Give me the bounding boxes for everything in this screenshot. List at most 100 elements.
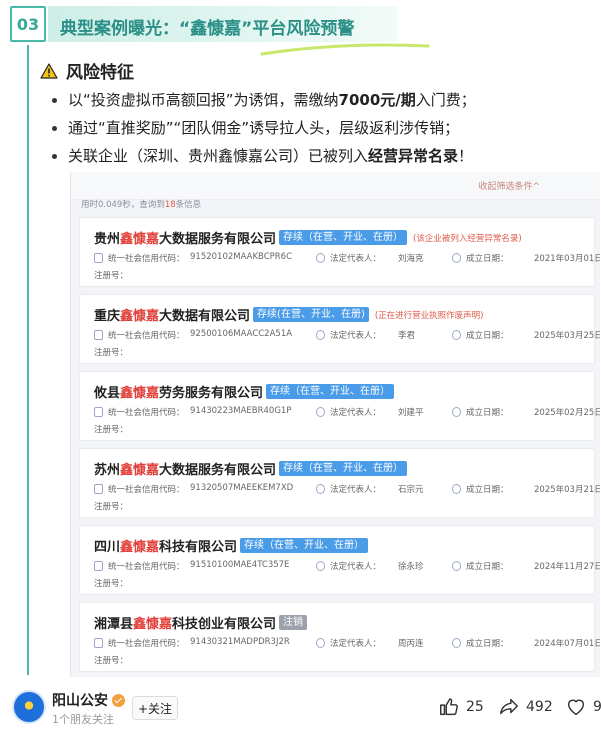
account-subtitle: 1个朋友关注 [52, 713, 114, 726]
legal-rep-label: 法定代表人： [330, 331, 382, 341]
credit-code-label: 统一社会信用代码： [108, 408, 185, 418]
founded-date-value: 2025年03月21日 [534, 485, 600, 495]
post-footer: 阳山公安 1个朋友关注 +关注 25 492 9 [0, 684, 601, 732]
company-name[interactable]: 贵州 鑫慷嘉 大数据服务有限公司 存续（在营、开业、在册） (该企业被列入经营异常名录) [94, 228, 522, 247]
bullet-text: 以“投资虚拟币高额回报”为诱饵，需缴纳 [68, 91, 339, 109]
founded-date-value: 2024年11月27日 [534, 562, 600, 572]
clock-icon [452, 253, 461, 263]
founded-date-value: 2025年03月25日 [534, 331, 600, 341]
section-title: 典型案例曝光：“鑫慷嘉”平台风险预警 [60, 19, 355, 39]
status-badge: 注销 [279, 615, 308, 630]
account-name[interactable]: 阳山公安 [52, 690, 108, 710]
section-divider-line [27, 45, 29, 675]
company-card[interactable]: 湘潭县 鑫慷嘉 科技创业有限公司 注销统一社会信用代码： 91430321MADPDR3… [79, 602, 600, 672]
clock-icon [452, 330, 461, 340]
warning-icon [40, 62, 58, 79]
company-info-row: 统一社会信用代码： 91430223MAEBR40G1P 法定代表人： 刘建平 成立日期… [94, 406, 600, 420]
company-card[interactable]: 重庆 鑫慷嘉 大数据有限公司 存续(在营、开业、在册) (正在进行营业执照作废声明) 统一… [79, 294, 600, 364]
id-card-icon [94, 253, 103, 263]
section-header: 03 典型案例曝光：“鑫慷嘉”平台风险预警 [10, 6, 430, 56]
id-card-icon [94, 484, 103, 494]
legal-rep-label: 法定代表人： [330, 639, 382, 649]
credit-code-value: 92500106MAACC2A51A [190, 329, 293, 339]
clock-icon [452, 407, 461, 417]
company-name-suffix: 大数据服务有限公司 [159, 463, 277, 478]
company-name-prefix: 攸县 [94, 386, 121, 401]
status-badge: 存续（在营、开业、在册） [279, 230, 408, 245]
company-name[interactable]: 四川 鑫慷嘉 科技有限公司 存续（在营、开业、在册） [94, 536, 369, 555]
person-icon [316, 253, 325, 263]
company-name-prefix: 重庆 [94, 309, 121, 324]
clock-icon [452, 484, 461, 494]
risk-bullet-list: 以“投资虚拟币高额回报”为诱饵，需缴纳7000元/期入门费； 通过“直推奖励”“… [48, 86, 593, 170]
registration-number-label: 注册号： [94, 348, 129, 358]
share-count: 492 [526, 699, 553, 715]
person-icon [316, 638, 325, 648]
follow-button[interactable]: +关注 [132, 696, 178, 720]
person-icon [316, 330, 325, 340]
avatar[interactable] [12, 690, 46, 724]
credit-code-label: 统一社会信用代码： [108, 331, 185, 341]
section-number: 03 [10, 6, 46, 42]
founded-date-label: 成立日期： [466, 254, 509, 264]
company-name[interactable]: 重庆 鑫慷嘉 大数据有限公司 存续(在营、开业、在册) (正在进行营业执照作废声明) [94, 305, 484, 324]
company-card[interactable]: 攸县 鑫慷嘉 劳务服务有限公司 存续（在营、开业、在册） 统一社会信用代码： 914302… [79, 371, 600, 441]
person-icon [316, 484, 325, 494]
person-icon [316, 407, 325, 417]
share-button[interactable]: 492 [498, 696, 553, 718]
swoosh-decoration [260, 43, 430, 56]
company-card[interactable]: 苏州 鑫慷嘉 大数据服务有限公司 存续（在营、开业、在册） 统一社会信用代码： 91320… [79, 448, 600, 518]
thumbs-up-icon [440, 698, 458, 716]
founded-date-label: 成立日期： [466, 485, 509, 495]
company-card[interactable]: 四川 鑫慷嘉 科技有限公司 存续（在营、开业、在册） 统一社会信用代码： 91510100… [79, 525, 600, 595]
company-name-suffix: 大数据有限公司 [159, 309, 251, 324]
legal-rep-value: 石宗元 [398, 485, 424, 495]
share-icon [500, 698, 518, 715]
registration-number-label: 注册号： [94, 656, 129, 666]
company-info-row: 统一社会信用代码： 91520102MAAKBCPR6C 法定代表人： 刘海克 成立日期… [94, 252, 600, 266]
company-name-prefix: 湘潭县 [94, 617, 134, 632]
credit-code-label: 统一社会信用代码： [108, 562, 185, 572]
company-name-prefix: 贵州 [94, 232, 121, 247]
bullet-text-tail: 入门费； [415, 91, 476, 109]
company-name-highlight: 鑫慷嘉 [120, 386, 160, 401]
registration-number-label: 注册号： [94, 502, 129, 512]
legal-rep-value: 周丙连 [398, 639, 424, 649]
founded-date-value: 2021年03月01日 [534, 254, 600, 264]
credit-code-label: 统一社会信用代码： [108, 639, 185, 649]
registration-number-label: 注册号： [94, 271, 129, 281]
clock-icon [452, 561, 461, 571]
company-name[interactable]: 湘潭县 鑫慷嘉 科技创业有限公司 注销 [94, 613, 308, 632]
credit-code-value: 91520102MAAKBCPR6C [190, 252, 293, 262]
founded-date-label: 成立日期： [466, 331, 509, 341]
stat-count: 18 [164, 200, 176, 210]
credit-code-value: 91430321MADPDR3J2R [190, 637, 290, 647]
account-name-row[interactable]: 阳山公安 [52, 690, 125, 710]
founded-date-label: 成立日期： [466, 639, 509, 649]
company-name-prefix: 苏州 [94, 463, 121, 478]
bullet-bold: 7000元/期 [338, 91, 416, 109]
like-button[interactable]: 25 [438, 696, 484, 718]
company-name-highlight: 鑫慷嘉 [120, 232, 160, 247]
status-badge: 存续(在营、开业、在册) [253, 307, 369, 322]
risk-bullet: 通过“直推奖励”“团队佣金”诱导拉人头，层级返利涉传销； [48, 114, 593, 142]
favorite-button[interactable]: 9 [565, 696, 601, 718]
bullet-bold: 经营异常名录 [368, 147, 459, 165]
stat-pre: 用时0.049秒，查询到 [81, 200, 165, 210]
company-name-highlight: 鑫慷嘉 [120, 463, 160, 478]
legal-rep-value: 李君 [398, 331, 416, 341]
favorite-count: 9 [593, 699, 601, 715]
company-name[interactable]: 攸县 鑫慷嘉 劳务服务有限公司 存续（在营、开业、在册） [94, 382, 395, 401]
legal-rep-label: 法定代表人： [330, 485, 382, 495]
company-info-row: 统一社会信用代码： 91510100MAE4TC357E 法定代表人： 徐永珍 成立日期… [94, 560, 600, 574]
heart-icon [567, 699, 585, 716]
credit-code-label: 统一社会信用代码： [108, 254, 185, 264]
company-name[interactable]: 苏州 鑫慷嘉 大数据服务有限公司 存续（在营、开业、在册） [94, 459, 408, 478]
risk-title: 风险特征 [66, 63, 134, 83]
risk-bullet: 关联企业（深圳、贵州鑫慷嘉公司）已被列入经营异常名录！ [48, 142, 593, 170]
company-card[interactable]: 贵州 鑫慷嘉 大数据服务有限公司 存续（在营、开业、在册） (该企业被列入经营异常名录)… [79, 217, 600, 287]
collapse-filter-link[interactable]: 收起筛选条件^ [478, 179, 540, 192]
risk-heading: 风险特征 [40, 58, 134, 83]
company-info-row: 统一社会信用代码： 91320507MAEEKEM7XD 法定代表人： 石宗元 成立日期… [94, 483, 600, 497]
bullet-text: 通过“直推奖励”“团队佣金”诱导拉人头，层级返利涉传销； [68, 119, 460, 137]
